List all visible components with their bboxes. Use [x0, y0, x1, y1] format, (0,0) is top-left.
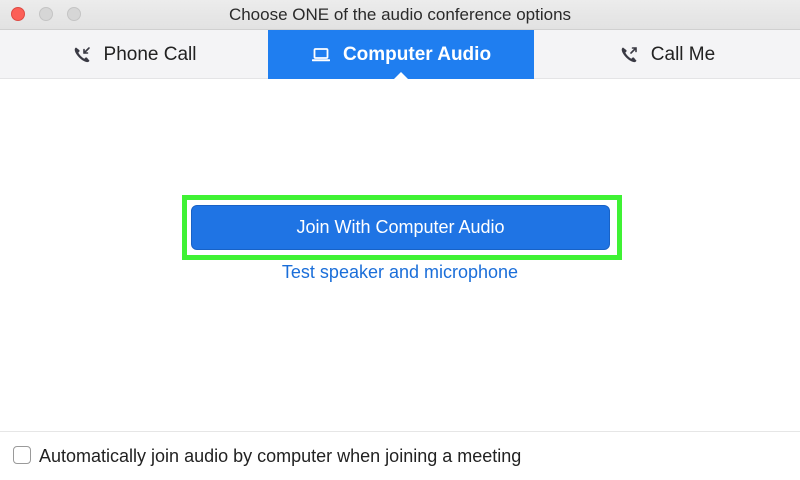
tab-computer-audio-label: Computer Audio — [342, 43, 492, 65]
tab-phone-call[interactable]: Phone Call — [0, 30, 268, 79]
auto-join-label[interactable]: Automatically join audio by computer whe… — [39, 446, 521, 466]
join-with-computer-audio-button[interactable]: Join With Computer Audio — [191, 205, 610, 250]
test-speaker-microphone-link[interactable]: Test speaker and microphone — [0, 262, 800, 283]
title-bar: Choose ONE of the audio conference optio… — [0, 0, 800, 30]
phone-outgoing-icon — [619, 45, 639, 65]
footer: Automatically join audio by computer whe… — [0, 431, 800, 480]
phone-incoming-icon — [72, 45, 92, 65]
auto-join-checkbox[interactable] — [13, 446, 31, 464]
tab-call-me[interactable]: Call Me — [534, 30, 800, 79]
window-title: Choose ONE of the audio conference optio… — [228, 5, 572, 24]
laptop-icon — [311, 45, 331, 65]
selected-tab-pointer — [393, 72, 409, 80]
tab-call-me-label: Call Me — [650, 43, 716, 65]
tab-phone-call-label: Phone Call — [103, 43, 197, 65]
